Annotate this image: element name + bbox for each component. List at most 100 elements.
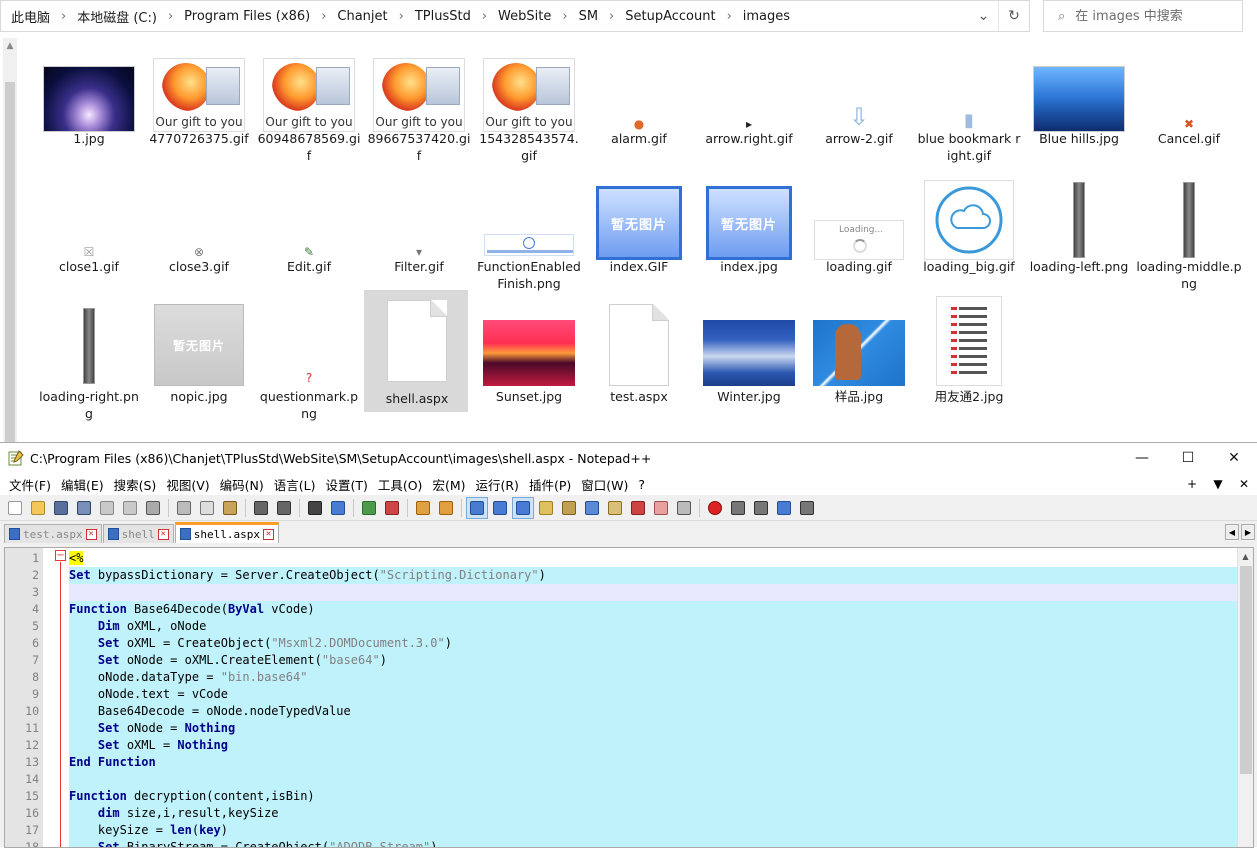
file-item[interactable]: loading-middle.png: [1136, 168, 1242, 291]
close-button[interactable]: ✕: [1211, 443, 1257, 473]
copy-icon[interactable]: [196, 497, 218, 519]
breadcrumb-item[interactable]: 本地磁盘 (C:): [75, 7, 159, 26]
tab-scroll-left-icon[interactable]: ◀: [1225, 524, 1239, 540]
breadcrumb-separator-icon[interactable]: ›: [718, 9, 741, 24]
close-icon[interactable]: [96, 497, 118, 519]
redo-icon[interactable]: [273, 497, 295, 519]
menu-item[interactable]: 编辑(E): [56, 475, 109, 494]
breadcrumb-item[interactable]: WebSite: [496, 9, 553, 24]
menu-item[interactable]: 搜索(S): [109, 475, 162, 494]
file-item[interactable]: ▸ arrow.right.gif: [696, 40, 802, 160]
file-item[interactable]: ▾ Filter.gif: [366, 168, 472, 288]
scrollbar-thumb[interactable]: [5, 82, 15, 442]
indent-guide-icon[interactable]: [512, 496, 534, 519]
doc-list-icon[interactable]: [627, 497, 649, 519]
folder-icon[interactable]: [650, 497, 672, 519]
monitoring-icon[interactable]: [673, 497, 695, 519]
udl-icon[interactable]: [535, 497, 557, 519]
find-icon[interactable]: [304, 497, 326, 519]
menu-item[interactable]: 设置(T): [320, 475, 372, 494]
file-item[interactable]: Our gift to you 4770726375.gif: [146, 40, 252, 160]
zoom-in-icon[interactable]: [358, 497, 380, 519]
maximize-button[interactable]: ☐: [1165, 443, 1211, 473]
file-item[interactable]: 暂无图片 index.jpg: [696, 168, 802, 288]
breadcrumb-separator-icon[interactable]: ›: [159, 9, 182, 24]
paste-icon[interactable]: [219, 497, 241, 519]
breadcrumb-separator-icon[interactable]: ›: [390, 9, 413, 24]
cut-icon[interactable]: [173, 497, 195, 519]
breadcrumb-item[interactable]: images: [741, 9, 792, 24]
file-item[interactable]: test.aspx: [586, 294, 692, 412]
breadcrumb-item[interactable]: SetupAccount: [623, 9, 717, 24]
code-editor[interactable]: 1 <% 2 Set bypassDictionary = Server.Create…: [4, 547, 1254, 848]
file-item[interactable]: Winter.jpg: [696, 294, 802, 412]
menu-item[interactable]: 文件(F): [4, 475, 56, 494]
editor-vertical-scrollbar[interactable]: ▲: [1237, 548, 1253, 847]
scroll-up-arrow-icon[interactable]: ▲: [1238, 548, 1253, 564]
save-macro-icon[interactable]: [796, 497, 818, 519]
refresh-icon[interactable]: ↻: [999, 1, 1029, 31]
file-item[interactable]: 暂无图片 nopic.jpg: [146, 294, 252, 412]
search-input[interactable]: [1075, 8, 1226, 24]
file-item[interactable]: Our gift to you 154328543574.gif: [476, 40, 582, 163]
breadcrumb-separator-icon[interactable]: ›: [52, 9, 75, 24]
scrollbar-thumb[interactable]: [1240, 566, 1252, 774]
breadcrumb-item[interactable]: SM: [577, 9, 600, 24]
file-item[interactable]: Loading... loading.gif: [806, 168, 912, 288]
word-wrap-icon[interactable]: [466, 496, 488, 519]
file-item[interactable]: loading-left.png: [1026, 168, 1132, 288]
file-item[interactable]: ☒ close1.gif: [36, 168, 142, 288]
title-bar[interactable]: C:\Program Files (x86)\Chanjet\TPlusStd\…: [0, 443, 1257, 473]
record-macro-icon[interactable]: [704, 497, 726, 519]
file-item[interactable]: ? questionmark.png: [256, 294, 362, 421]
breadcrumb[interactable]: 此电脑 › 本地磁盘 (C:) › Program Files (x86) › Chanje…: [1, 1, 969, 31]
print-icon[interactable]: [142, 497, 164, 519]
breadcrumb-item[interactable]: TPlusStd: [413, 9, 473, 24]
tab-list-button[interactable]: ▼: [1205, 477, 1231, 491]
file-item[interactable]: ⊗ close3.gif: [146, 168, 252, 288]
menu-item[interactable]: 宏(M): [427, 475, 470, 494]
close-tab-button[interactable]: ✕: [1231, 477, 1257, 491]
file-tab[interactable]: shell.aspx ✕: [174, 522, 279, 543]
minimize-button[interactable]: —: [1119, 443, 1165, 473]
file-tab[interactable]: shell ✕: [102, 524, 174, 543]
file-item[interactable]: loading_big.gif: [916, 168, 1022, 288]
breadcrumb-separator-icon[interactable]: ›: [473, 9, 496, 24]
file-item[interactable]: Our gift to you 89667537420.gif: [366, 40, 472, 163]
save-all-icon[interactable]: [73, 497, 95, 519]
file-item[interactable]: FunctionEnabledFinish.png: [476, 168, 582, 291]
stop-record-icon[interactable]: [727, 497, 749, 519]
tab-scroll-right-icon[interactable]: ▶: [1241, 524, 1255, 540]
sync-horizontal-icon[interactable]: [435, 497, 457, 519]
tab-close-icon[interactable]: ✕: [157, 528, 169, 540]
run-macro-multiple-icon[interactable]: [773, 497, 795, 519]
sync-vertical-icon[interactable]: [412, 497, 434, 519]
fold-collapse-icon[interactable]: −: [55, 550, 66, 561]
zoom-out-icon[interactable]: [381, 497, 403, 519]
file-item[interactable]: loading-right.png: [36, 294, 142, 421]
folder-as-workspace-icon[interactable]: [604, 497, 626, 519]
file-item[interactable]: ⇩ arrow-2.gif: [806, 40, 912, 160]
breadcrumb-separator-icon[interactable]: ›: [553, 9, 576, 24]
new-file-icon[interactable]: [4, 497, 26, 519]
breadcrumb-separator-icon[interactable]: ›: [600, 9, 623, 24]
file-item[interactable]: Blue hills.jpg: [1026, 40, 1132, 160]
file-tab[interactable]: test.aspx ✕: [4, 524, 102, 543]
file-item[interactable]: 样品.jpg: [806, 294, 912, 412]
menu-item[interactable]: 插件(P): [524, 475, 576, 494]
breadcrumb-item[interactable]: Program Files (x86): [182, 9, 312, 24]
add-tab-button[interactable]: +: [1179, 477, 1205, 491]
doc-map-icon[interactable]: [558, 497, 580, 519]
show-all-chars-icon[interactable]: [489, 497, 511, 519]
menu-item[interactable]: 语言(L): [269, 475, 321, 494]
file-item[interactable]: ▮ blue bookmark right.gif: [916, 40, 1022, 164]
file-item[interactable]: Our gift to you 60948678569.gif: [256, 40, 362, 163]
function-list-icon[interactable]: [581, 497, 603, 519]
save-icon[interactable]: [50, 497, 72, 519]
menu-item[interactable]: 运行(R): [470, 475, 523, 494]
open-file-icon[interactable]: [27, 497, 49, 519]
scroll-up-arrow-icon[interactable]: ▲: [3, 38, 17, 54]
file-item[interactable]: ● alarm.gif: [586, 40, 692, 160]
play-macro-icon[interactable]: [750, 497, 772, 519]
file-item[interactable]: Sunset.jpg: [476, 294, 582, 412]
